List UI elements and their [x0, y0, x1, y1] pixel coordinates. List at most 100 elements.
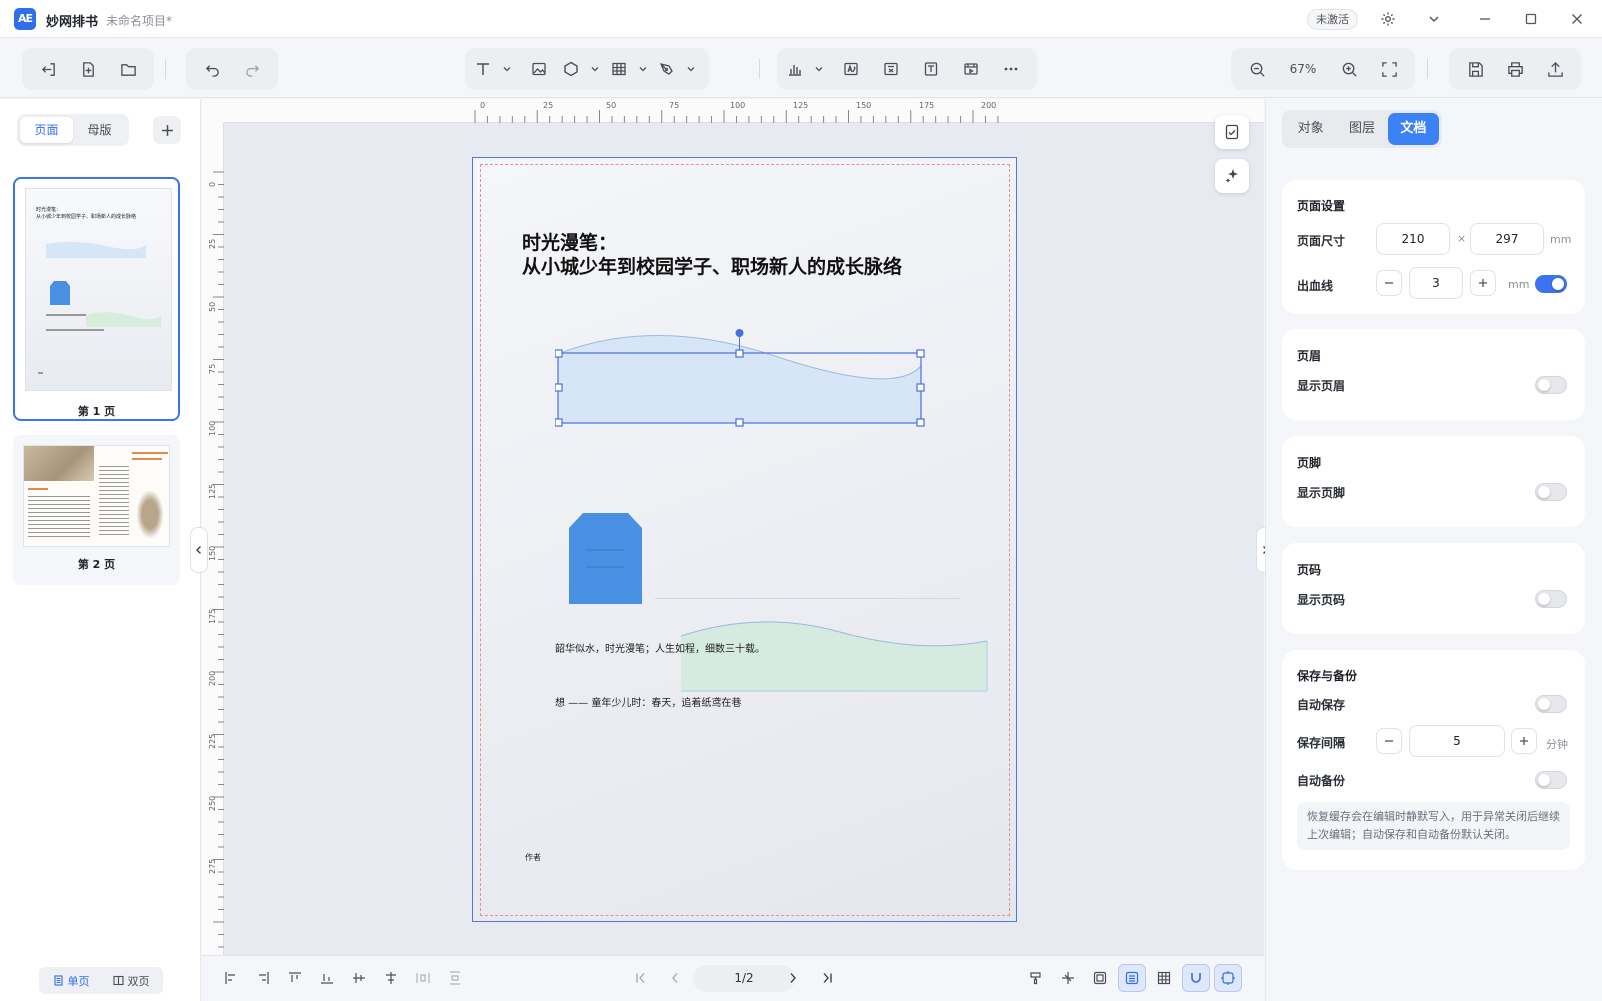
exit-icon[interactable] — [28, 53, 68, 85]
margin-guides-icon[interactable] — [1118, 964, 1146, 992]
shape-tool-icon[interactable] — [559, 53, 583, 85]
autosave-toggle[interactable] — [1535, 695, 1567, 713]
tab-pages[interactable]: 页面 — [20, 117, 73, 143]
zoom-level[interactable]: 67% — [1277, 62, 1329, 76]
media-icon[interactable] — [951, 53, 991, 85]
open-folder-icon[interactable] — [108, 53, 148, 85]
page-thumbnail-1[interactable]: 时光漫笔： 从小城少年到校园学子、职场新人的成长脉络 第 1 页 — [13, 177, 180, 421]
next-page-icon[interactable] — [779, 964, 807, 992]
align-right-icon[interactable] — [249, 964, 277, 992]
text-box-icon[interactable] — [911, 53, 951, 85]
interval-increase-icon[interactable] — [1511, 728, 1537, 754]
ai-sparkle-icon[interactable] — [1215, 159, 1249, 193]
bleed-toggle[interactable] — [1535, 275, 1567, 293]
selected-wave-shape[interactable] — [555, 326, 927, 428]
divider-line — [655, 598, 960, 599]
ruler-label: 125 — [793, 101, 809, 110]
text-tool-icon[interactable] — [471, 53, 495, 85]
save-info-note: 恢复缓存会在编辑时静默写入，用于异常关闭后继续上次编辑；自动保存和自动备份默认关… — [1297, 802, 1570, 850]
pages-panel: 页面 母版 时光漫笔： 从小城少年到校园学子、职场新人的成长脉络 第 1 页 第… — [0, 99, 201, 1001]
maximize-icon[interactable] — [1518, 6, 1544, 32]
interval-decrease-icon[interactable] — [1376, 728, 1402, 754]
caption-text-2[interactable]: 想 —— 童年少儿时：春天，追着纸鸢在巷 — [555, 694, 741, 709]
grid-icon[interactable] — [1150, 964, 1178, 992]
chart-tool-icon[interactable] — [783, 53, 807, 85]
ruler-label: 0 — [208, 181, 217, 187]
add-page-icon[interactable] — [153, 116, 181, 144]
more-icon[interactable] — [991, 53, 1031, 85]
auto-backup-toggle[interactable] — [1535, 771, 1567, 789]
distribute-horizontal-icon[interactable] — [409, 964, 437, 992]
align-left-icon[interactable] — [217, 964, 245, 992]
page-check-icon[interactable] — [1215, 115, 1249, 149]
frame-icon[interactable] — [1086, 964, 1114, 992]
bleed-increase-icon[interactable] — [1470, 270, 1496, 296]
distribute-vertical-icon[interactable] — [441, 964, 469, 992]
shape-dropdown-chevron-icon[interactable] — [583, 53, 607, 85]
chart-dropdown-chevron-icon[interactable] — [807, 53, 831, 85]
collapse-left-panel-icon[interactable] — [190, 527, 208, 573]
settings-gear-icon[interactable] — [1375, 6, 1401, 32]
art-text-icon[interactable] — [831, 53, 871, 85]
format-painter-icon[interactable] — [1022, 964, 1050, 992]
tab-layers[interactable]: 图层 — [1336, 113, 1387, 145]
bleed-view-icon[interactable] — [1214, 964, 1242, 992]
snap-guides-icon[interactable] — [1054, 964, 1082, 992]
zoom-in-icon[interactable] — [1329, 53, 1369, 85]
show-page-number-toggle[interactable] — [1535, 590, 1567, 608]
redo-icon[interactable] — [232, 53, 272, 85]
headline-text[interactable]: 时光漫笔： 从小城少年到校园学子、职场新人的成长脉络 — [522, 231, 902, 279]
app-logo-icon: AE — [14, 8, 36, 30]
single-page-view[interactable]: 单页 — [41, 969, 101, 992]
pen-dropdown-chevron-icon[interactable] — [679, 53, 703, 85]
undo-icon[interactable] — [192, 53, 232, 85]
zoom-out-icon[interactable] — [1237, 53, 1277, 85]
prev-page-icon[interactable] — [661, 964, 689, 992]
bleed-input[interactable]: 3 — [1409, 267, 1463, 299]
align-top-icon[interactable] — [281, 964, 309, 992]
first-page-icon[interactable] — [627, 964, 655, 992]
ruler-label: 200 — [981, 101, 997, 110]
ruler-label: 150 — [208, 545, 217, 561]
align-vcenter-icon[interactable] — [345, 964, 373, 992]
save-interval-input[interactable]: 5 — [1409, 725, 1505, 757]
minimize-icon[interactable] — [1472, 6, 1498, 32]
align-bottom-icon[interactable] — [313, 964, 341, 992]
print-icon[interactable] — [1495, 53, 1535, 85]
tab-document[interactable]: 文档 — [1387, 113, 1439, 145]
table-dropdown-chevron-icon[interactable] — [631, 53, 655, 85]
tab-object[interactable]: 对象 — [1285, 113, 1336, 145]
show-header-toggle[interactable] — [1535, 376, 1567, 394]
chevron-down-icon[interactable] — [1421, 6, 1447, 32]
fit-screen-icon[interactable] — [1369, 53, 1409, 85]
tab-master[interactable]: 母版 — [73, 117, 126, 143]
bleed-decrease-icon[interactable] — [1376, 270, 1402, 296]
page-size-label: 页面尺寸 — [1297, 234, 1346, 248]
page-height-input[interactable]: 297 — [1470, 223, 1544, 255]
activation-badge[interactable]: 未激活 — [1307, 9, 1358, 30]
ruler-label: 100 — [208, 420, 217, 436]
page-width-input[interactable]: 210 — [1376, 223, 1450, 255]
pen-tool-icon[interactable] — [655, 53, 679, 85]
ruler-label: 25 — [543, 101, 554, 110]
export-icon[interactable] — [1535, 53, 1575, 85]
close-icon[interactable] — [1564, 6, 1590, 32]
blue-tag-shape[interactable] — [568, 512, 643, 605]
last-page-icon[interactable] — [813, 964, 841, 992]
page-setup-card: 页面设置 页面尺寸 210 × 297 mm 出血线 3 mm — [1282, 180, 1585, 314]
green-wave-shape[interactable] — [680, 620, 988, 692]
ruler-label: 175 — [208, 608, 217, 624]
align-hcenter-icon[interactable] — [377, 964, 405, 992]
save-icon[interactable] — [1455, 53, 1495, 85]
formula-icon[interactable] — [871, 53, 911, 85]
page-thumbnail-2[interactable]: 第 2 页 — [13, 435, 180, 585]
author-text[interactable]: 作者 — [525, 852, 541, 863]
show-footer-toggle[interactable] — [1535, 483, 1567, 501]
table-tool-icon[interactable] — [607, 53, 631, 85]
new-file-icon[interactable] — [68, 53, 108, 85]
magnet-snap-icon[interactable] — [1182, 964, 1210, 992]
double-page-view[interactable]: 双页 — [101, 969, 161, 992]
image-tool-icon[interactable] — [519, 53, 559, 85]
text-dropdown-chevron-icon[interactable] — [495, 53, 519, 85]
caption-text-1[interactable]: 韶华似水，时光漫笔；人生如程，细数三十载。 — [555, 640, 765, 655]
